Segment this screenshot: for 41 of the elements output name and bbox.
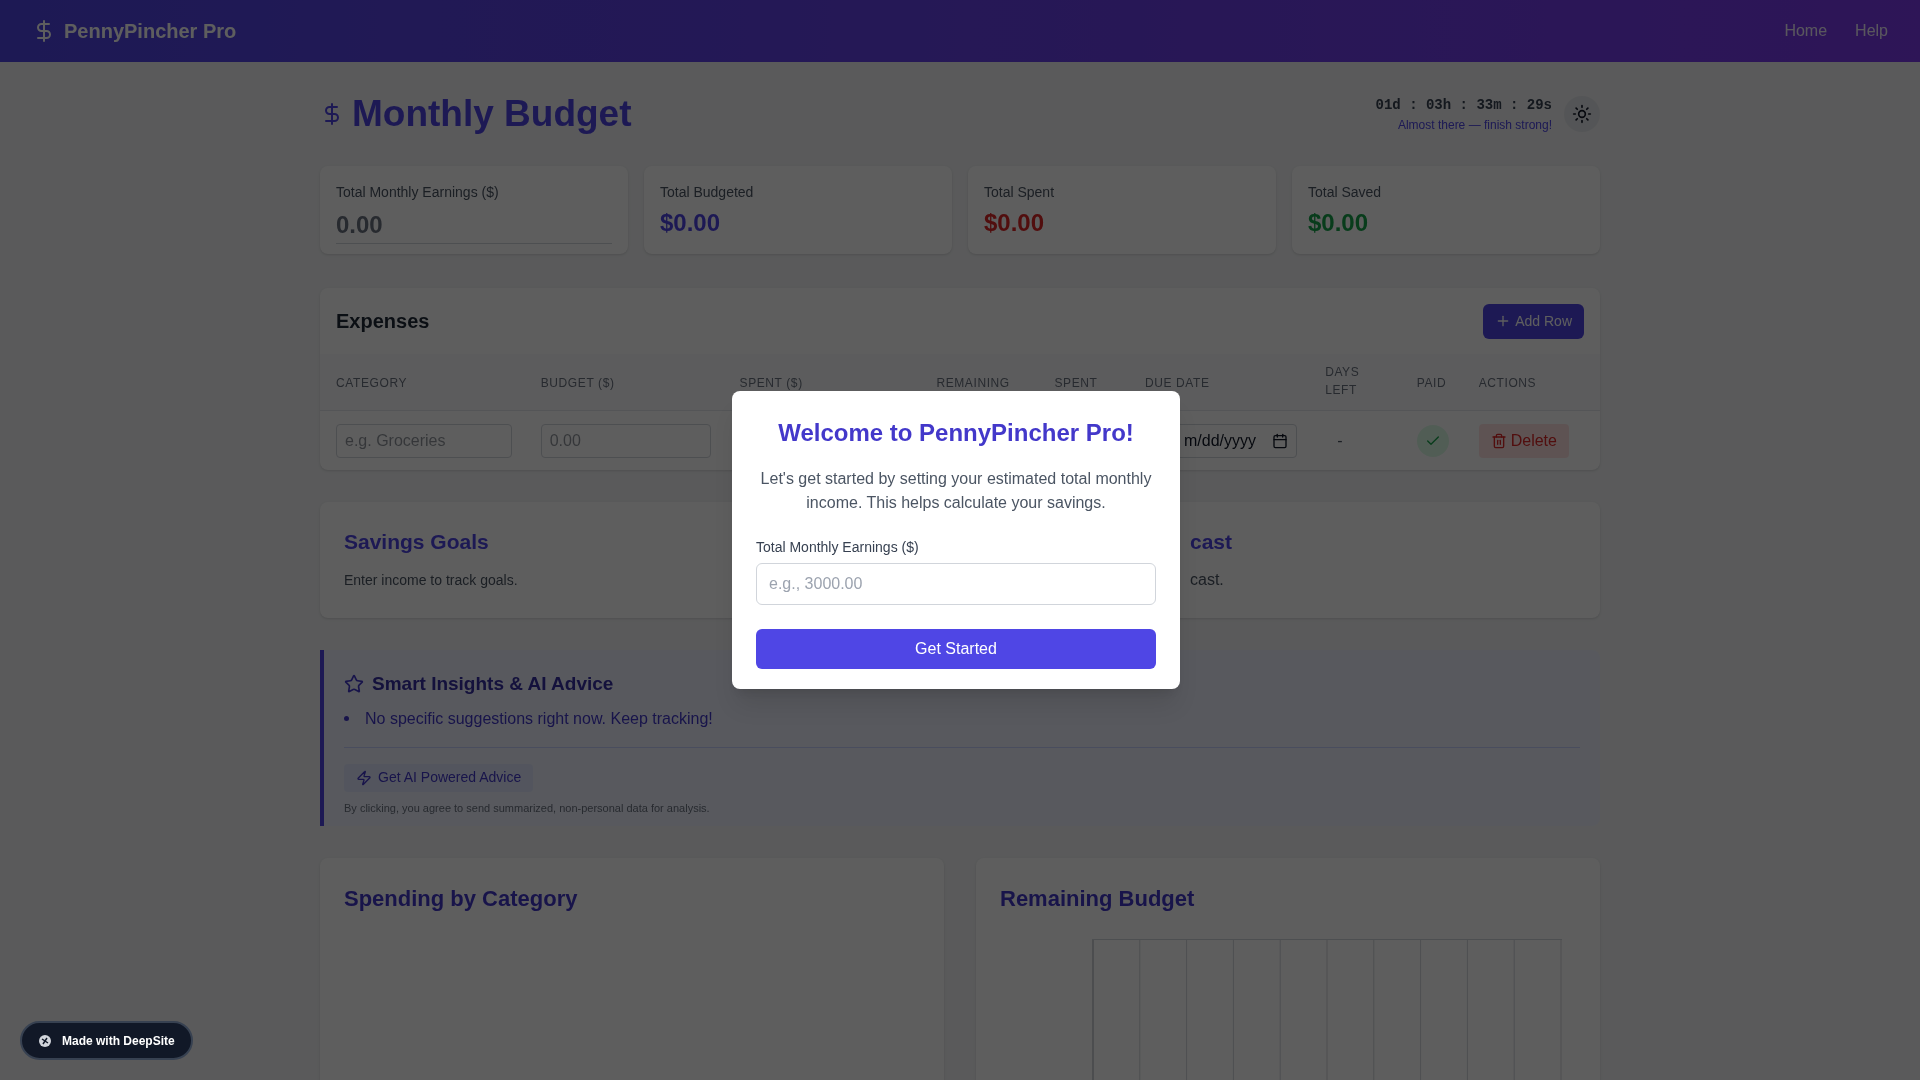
- insights-title: Smart Insights & AI Advice: [372, 672, 614, 696]
- get-started-button[interactable]: Get Started: [756, 629, 1156, 669]
- summary-label: Total Saved: [1308, 183, 1383, 202]
- nav-link[interactable]: Help: [1855, 19, 1888, 43]
- countdown-timer: 01d : 03h : 33m : 29s: [1375, 95, 1552, 115]
- brand-name[interactable]: PennyPincher Pro: [64, 16, 237, 46]
- summary-value: $0.00: [1308, 208, 1369, 238]
- earnings-input[interactable]: e.g., 3000.00: [756, 563, 1156, 605]
- card-text: Enter income to track goals.: [344, 570, 518, 590]
- lightning-icon: [356, 769, 372, 786]
- sun-icon: [1572, 104, 1592, 124]
- chart-title: Spending by Category: [344, 885, 579, 913]
- star-icon: [344, 674, 364, 695]
- card-title: Savings Goals: [344, 529, 489, 555]
- bullet-icon: [344, 716, 349, 721]
- delete-button[interactable]: Delete: [1478, 423, 1569, 458]
- theme-toggle-button[interactable]: [1564, 96, 1600, 132]
- trash-icon: [1490, 432, 1507, 449]
- ai-advice-button[interactable]: Get AI Powered Advice: [344, 763, 534, 792]
- logo-icon: [38, 1033, 54, 1048]
- page-title: Monthly Budget: [352, 92, 632, 137]
- chart-title: Remaining Budget: [1000, 885, 1196, 913]
- summary-value: $0.00: [660, 208, 721, 238]
- summary-label: Total Monthly Earnings ($): [336, 183, 500, 202]
- paid-toggle[interactable]: [1416, 424, 1449, 457]
- badge-text: Made with DeepSite: [62, 1032, 175, 1050]
- summary-value: $0.00: [984, 208, 1045, 238]
- card-text: cast.: [1190, 569, 1224, 590]
- summary-label: Total Budgeted: [660, 183, 755, 202]
- summary-label: Total Spent: [984, 183, 1056, 202]
- add-row-button[interactable]: Add Row: [1483, 303, 1584, 339]
- calendar-icon: [1272, 432, 1289, 449]
- expenses-title: Expenses: [336, 309, 430, 334]
- insight-item: No specific suggestions right now. Keep tracking!: [365, 708, 713, 729]
- nav-link[interactable]: Home: [1784, 19, 1828, 43]
- made-with-badge[interactable]: Made with DeepSite: [20, 1021, 193, 1060]
- days-left-value: -: [1337, 431, 1343, 449]
- dialog-text: Let's get started by setting your estimated total monthly income. This helps calculate your savings.: [759, 469, 1153, 513]
- field-label: Total Monthly Earnings ($): [756, 539, 919, 555]
- countdown-note: Almost there — finish strong!: [1397, 116, 1552, 134]
- card-title: cast: [1190, 529, 1233, 555]
